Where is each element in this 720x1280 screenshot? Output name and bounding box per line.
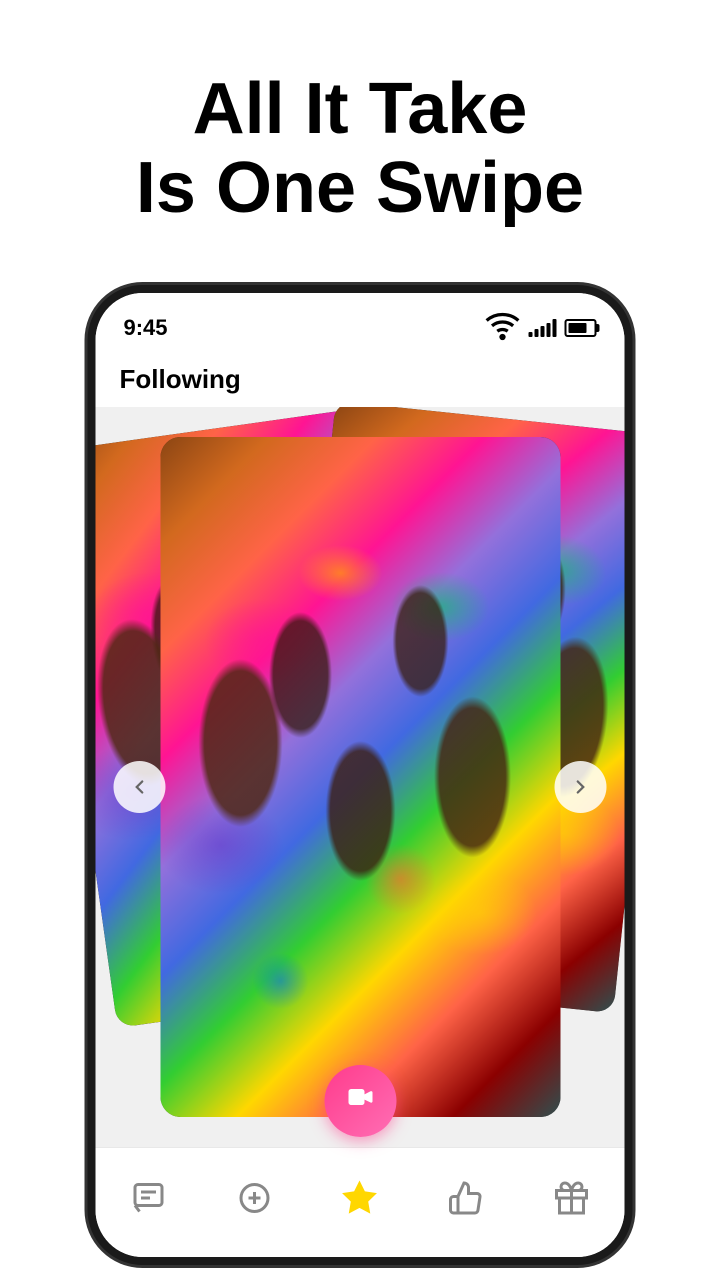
card-main[interactable] — [160, 437, 560, 1117]
nav-item-add[interactable] — [236, 1180, 272, 1216]
card-swipe-area[interactable] — [96, 407, 625, 1167]
following-title: Following — [120, 364, 601, 395]
nav-item-chat[interactable] — [130, 1180, 166, 1216]
battery-icon — [565, 319, 597, 337]
hero-title-block: All It Take Is One Swipe — [0, 0, 720, 258]
wifi-icon — [485, 307, 521, 348]
following-header: Following — [96, 356, 625, 407]
swipe-left-button[interactable] — [114, 761, 166, 813]
chat-icon — [130, 1180, 166, 1216]
nav-item-gift[interactable] — [554, 1180, 590, 1216]
video-icon — [344, 1081, 376, 1121]
swipe-right-button[interactable] — [555, 761, 607, 813]
gift-icon — [554, 1180, 590, 1216]
hero-line2: Is One Swipe — [136, 148, 584, 228]
bottom-nav — [96, 1147, 625, 1257]
like-icon — [448, 1180, 484, 1216]
phone-mockup: 9:45 — [88, 285, 633, 1265]
add-icon — [236, 1180, 272, 1216]
phone-screen: 9:45 — [96, 293, 625, 1257]
hero-line1: All It Take — [193, 69, 528, 149]
nav-item-like[interactable] — [448, 1180, 484, 1216]
signal-icon — [529, 319, 557, 337]
status-time: 9:45 — [124, 315, 168, 341]
status-icons — [485, 307, 597, 348]
star-icon — [342, 1180, 378, 1216]
nav-item-star[interactable] — [342, 1180, 378, 1216]
video-call-button[interactable] — [324, 1065, 396, 1137]
status-bar: 9:45 — [96, 293, 625, 356]
